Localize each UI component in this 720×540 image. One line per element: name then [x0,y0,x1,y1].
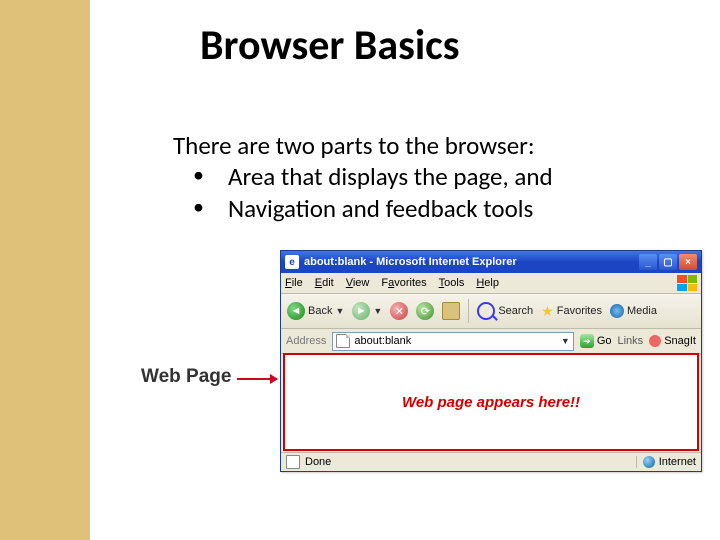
callout-arrow-icon [237,378,277,380]
close-button[interactable]: × [679,254,697,270]
address-input[interactable]: about:blank ▼ [332,332,573,351]
media-label: Media [627,305,657,317]
slide-title: Browser Basics [200,20,460,71]
menu-favorites[interactable]: Favorites [381,277,426,289]
search-label: Search [498,305,533,317]
home-button[interactable] [442,302,460,320]
address-dropdown-icon[interactable]: ▼ [561,336,570,346]
body-intro: There are two parts to the browser: [173,130,693,161]
security-zone[interactable]: Internet [636,456,696,468]
toolbar: ◄ Back ▼ ► ▼ ✕ ⟳ Search ★ Favor [281,294,701,329]
address-value: about:blank [354,335,411,347]
stop-button[interactable]: ✕ [390,302,408,320]
menu-view[interactable]: View [346,277,370,289]
refresh-button[interactable]: ⟳ [416,302,434,320]
go-label: Go [597,335,612,347]
star-icon: ★ [541,303,554,320]
chevron-down-icon: ▼ [335,306,344,316]
menu-edit[interactable]: Edit [315,277,334,289]
back-arrow-icon: ◄ [287,302,305,320]
globe-icon [643,456,655,468]
chevron-down-icon: ▼ [373,306,382,316]
windows-flag-icon [677,275,697,291]
window-title-text: about:blank - Microsoft Internet Explore… [304,256,517,268]
ie-logo-icon: e [285,255,299,269]
address-bar: Address about:blank ▼ ➔ Go Links SnagIt [281,329,701,354]
slide-body: There are two parts to the browser: Area… [173,130,693,224]
links-label[interactable]: Links [618,335,644,347]
snagit-button[interactable]: SnagIt [649,335,696,347]
back-button[interactable]: ◄ Back ▼ [287,302,344,320]
browser-figure: Web Page e about:blank - Microsoft Inter… [145,250,705,480]
status-bar: Done Internet [281,452,701,471]
menu-help[interactable]: Help [476,277,499,289]
search-button[interactable]: Search [477,302,533,320]
maximize-button[interactable]: ▢ [659,254,677,270]
toolbar-separator [468,299,469,323]
media-icon [610,304,624,318]
go-button[interactable]: ➔ Go [580,334,612,348]
page-placeholder-text: Web page appears here!! [402,394,580,411]
forward-button[interactable]: ► ▼ [352,302,382,320]
minimize-button[interactable]: _ [639,254,657,270]
slide: Browser Basics There are two parts to th… [0,0,720,540]
body-bullet-1: Area that displays the page, and [173,161,693,192]
menu-bar: File Edit View Favorites Tools Help [281,273,701,294]
zone-label: Internet [659,456,696,468]
status-done-label: Done [305,456,331,468]
menu-tools[interactable]: Tools [439,277,465,289]
forward-arrow-icon: ► [352,302,370,320]
side-accent-band [0,0,90,540]
callout-web-page-label: Web Page [141,366,231,388]
window-controls: _ ▢ × [639,254,697,270]
page-icon [336,334,350,348]
status-page-icon [286,455,300,469]
favorites-label: Favorites [557,305,602,317]
back-label: Back [308,305,332,317]
ie-window: e about:blank - Microsoft Internet Explo… [280,250,702,472]
go-arrow-icon: ➔ [580,334,594,348]
page-content-area[interactable]: Web page appears here!! [283,353,699,451]
window-titlebar[interactable]: e about:blank - Microsoft Internet Explo… [281,251,701,273]
address-label: Address [286,335,326,347]
favorites-button[interactable]: ★ Favorites [541,303,602,320]
snagit-label: SnagIt [664,335,696,347]
media-button[interactable]: Media [610,304,657,318]
snagit-icon [649,335,661,347]
body-bullet-list: Area that displays the page, and Navigat… [173,161,693,224]
body-bullet-2: Navigation and feedback tools [173,193,693,224]
menu-file[interactable]: File [285,277,303,289]
search-icon [477,302,495,320]
